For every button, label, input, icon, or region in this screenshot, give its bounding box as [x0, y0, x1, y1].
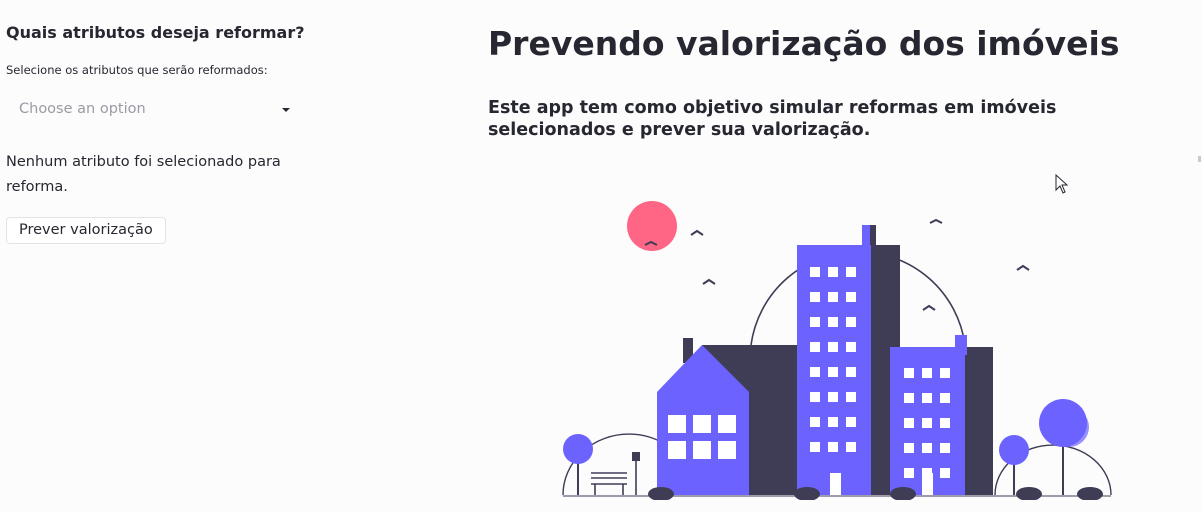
attributes-multiselect[interactable]: Choose an option — [6, 94, 298, 126]
bench-icon — [591, 472, 627, 495]
tree-icon — [563, 434, 593, 464]
select-label: Selecione os atributos que serão reforma… — [6, 63, 268, 77]
info-message: Nenhum atributo foi selecionado para ref… — [6, 154, 281, 195]
chevron-down-icon[interactable] — [282, 108, 290, 112]
sidebar: Quais atributos deseja reformar? Selecio… — [0, 0, 305, 512]
sidebar-heading: Quais atributos deseja reformar? — [6, 23, 305, 42]
select-placeholder: Choose an option — [19, 101, 146, 117]
page-title: Prevendo valorização dos imóveis — [488, 24, 1120, 63]
predict-button[interactable]: Prever valorização — [6, 217, 166, 244]
city-illustration — [562, 201, 1112, 500]
page-subtitle: Este app tem como objetivo simular refor… — [488, 98, 1057, 140]
cursor-icon — [1055, 174, 1069, 194]
scrollbar[interactable] — [1198, 156, 1201, 162]
